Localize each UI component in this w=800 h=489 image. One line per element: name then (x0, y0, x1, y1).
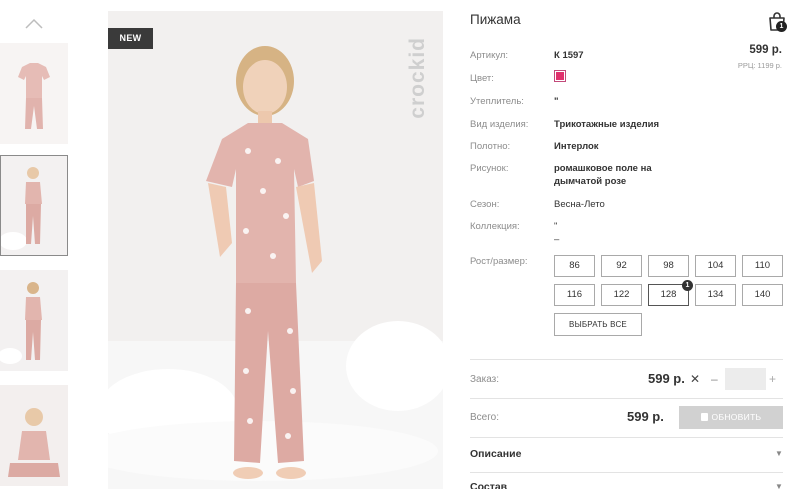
thumbnail-1[interactable] (0, 43, 68, 144)
season-value: Весна-Лето (554, 199, 605, 210)
accordion-composition[interactable]: Состав (470, 481, 507, 489)
product-type-label: Вид изделия: (470, 119, 529, 130)
pattern-label: Рисунок: (470, 163, 509, 174)
color-swatch[interactable] (554, 70, 566, 82)
pattern-value: ромашковое поле на дымчатой розе (554, 163, 652, 187)
total-label: Всего: (470, 412, 499, 423)
size-quantity-badge: 1 (682, 280, 693, 291)
size-option-134[interactable]: 134 (695, 284, 736, 306)
thumbnail-strip (0, 0, 72, 489)
size-option-140[interactable]: 140 (742, 284, 783, 306)
select-all-sizes-button[interactable]: ВЫБРАТЬ ВСЕ (554, 313, 642, 336)
divider (470, 359, 783, 360)
chevron-down-icon[interactable]: ▼ (775, 449, 783, 458)
main-product-photo[interactable]: NEW crockid (108, 11, 443, 489)
size-option-86[interactable]: 86 (554, 255, 595, 277)
sku-label: Артикул: (470, 50, 509, 61)
sku-value: К 1597 (554, 50, 584, 61)
order-label: Заказ: (470, 374, 500, 385)
rrp-price: РРЦ: 1199 р. (737, 61, 782, 70)
product-image (108, 11, 443, 489)
divider (470, 437, 783, 438)
quantity-input[interactable] (725, 368, 766, 390)
insulation-label: Утеплитель: (470, 96, 524, 107)
brand-logo: crockid (406, 37, 429, 119)
accordion-description[interactable]: Описание (470, 448, 521, 460)
color-fill (556, 72, 564, 80)
chevron-up-icon[interactable] (24, 16, 44, 30)
total-price: 599 р. (627, 409, 664, 424)
thumbnail-2[interactable] (0, 155, 68, 256)
product-price: 599 р. (749, 44, 782, 56)
thumbnail-4[interactable] (0, 385, 68, 486)
fabric-label: Полотно: (470, 141, 511, 152)
order-price: 599 р. (648, 371, 685, 386)
collection-label: Коллекция: (470, 221, 520, 232)
size-option-98[interactable]: 98 (648, 255, 689, 277)
divider (470, 398, 783, 399)
size-label: Рост/размер: (470, 256, 528, 267)
size-option-110[interactable]: 110 (742, 255, 783, 277)
color-label: Цвет: (470, 73, 494, 84)
collection-value: " – (554, 221, 560, 245)
size-option-92[interactable]: 92 (601, 255, 642, 277)
close-icon[interactable]: ✕ (690, 372, 700, 386)
chevron-down-icon[interactable]: ▼ (775, 482, 783, 489)
cart-count-badge: 1 (776, 21, 787, 32)
divider (470, 472, 783, 473)
size-option-116[interactable]: 116 (554, 284, 595, 306)
product-type-value: Трикотажные изделия (554, 119, 660, 130)
size-option-122[interactable]: 122 (601, 284, 642, 306)
increase-quantity-button[interactable]: + (769, 372, 776, 386)
insulation-value: " (554, 96, 559, 107)
fabric-value: Интерлок (554, 141, 599, 152)
cart-icon (700, 413, 708, 421)
update-button-label: ОБНОВИТЬ (711, 412, 762, 422)
decrease-quantity-button[interactable]: – (711, 372, 718, 386)
new-badge: NEW (108, 28, 153, 49)
thumbnail-3[interactable] (0, 270, 68, 371)
update-cart-button[interactable]: ОБНОВИТЬ (679, 406, 783, 429)
season-label: Сезон: (470, 199, 500, 210)
product-title: Пижама (470, 12, 521, 27)
size-option-104[interactable]: 104 (695, 255, 736, 277)
